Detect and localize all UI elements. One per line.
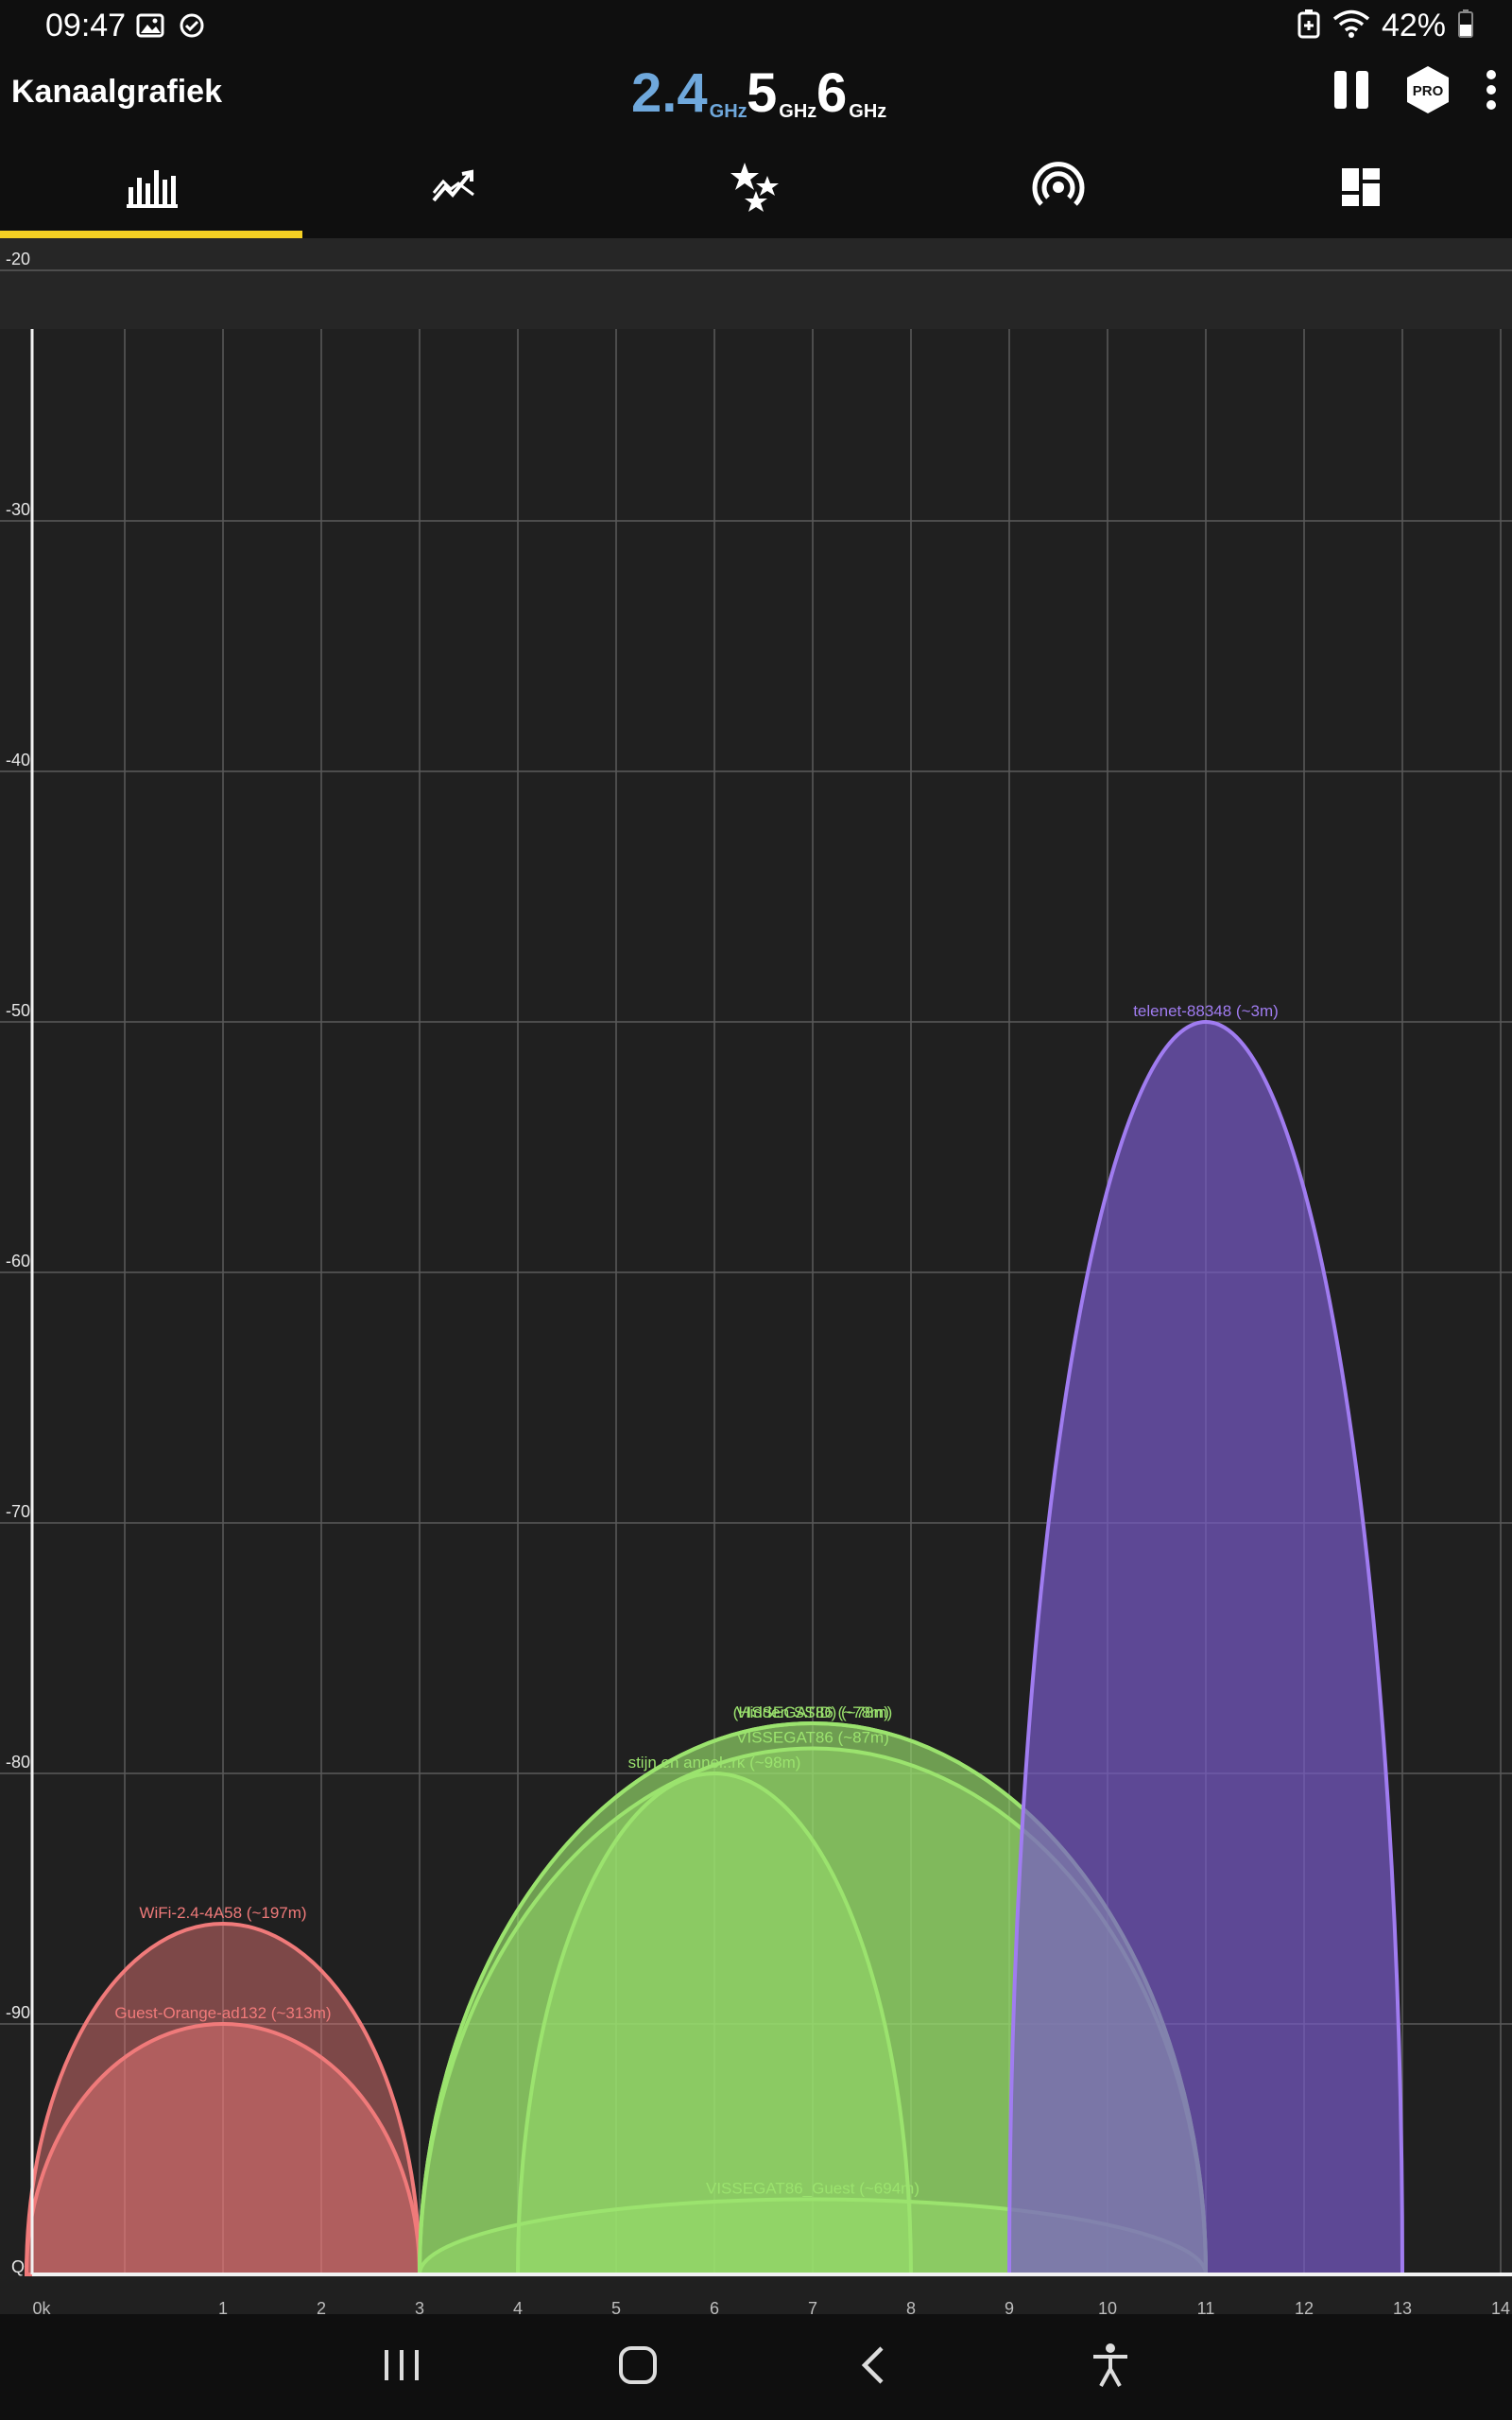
bar-chart-icon	[125, 164, 178, 215]
tab-channel-rating[interactable]	[605, 140, 907, 238]
wifi-icon	[1332, 9, 1370, 43]
status-left-icons	[136, 11, 206, 44]
network-label: telenet-88348 (~3m)	[1133, 1002, 1279, 1020]
x-tick-label: 7	[808, 2299, 817, 2314]
more-vert-icon[interactable]	[1484, 67, 1499, 117]
system-nav-bar	[0, 2314, 1512, 2420]
network-label: VISSEGAT86_Guest (~694m)	[706, 2180, 919, 2198]
network-signal-area	[1006, 1020, 1405, 2276]
y-tick-label: -80	[6, 1753, 30, 1772]
tab-time-graph[interactable]	[302, 140, 605, 238]
recent-apps-button[interactable]	[345, 2325, 458, 2410]
x-tick-label: 13	[1393, 2299, 1412, 2314]
x-tick-label: 3	[415, 2299, 424, 2314]
back-icon	[857, 2344, 891, 2391]
x-tick-label: 6	[710, 2299, 719, 2314]
y-tick-label: -30	[6, 500, 30, 519]
active-tab-indicator	[0, 231, 302, 238]
home-icon	[617, 2344, 659, 2391]
battery-icon	[1457, 9, 1474, 43]
app-root: 09:47 42% Kanaalgrafiek 2.4 GHz 5 GHz 6 …	[0, 0, 1512, 2420]
band-2-4-ghz-toggle[interactable]: 2.4 GHz	[631, 62, 747, 124]
band-6-unit: GHz	[849, 101, 887, 122]
band-6-ghz-toggle[interactable]: 6 GHz	[816, 62, 887, 124]
stars-icon	[730, 161, 782, 218]
status-bar: 09:47 42%	[0, 0, 1512, 53]
x-tick-label: 14	[1491, 2299, 1510, 2314]
network-label: WiFi-2.4-4A58 (~197m)	[139, 1904, 306, 1922]
channel-graph-chart[interactable]: WiFi-2.4-4A58 (~197m) Guest-Orange-ad132 …	[0, 238, 1512, 2314]
accessibility-icon	[1090, 2342, 1131, 2393]
pro-badge-label: PRO	[1413, 83, 1444, 99]
status-right: 42%	[1297, 8, 1474, 44]
status-time: 09:47	[45, 8, 127, 43]
home-button[interactable]	[581, 2325, 695, 2410]
y-tick-label: -90	[6, 2003, 30, 2022]
dashboard-icon	[1340, 166, 1382, 213]
band-6-value: 6	[816, 62, 848, 124]
tab-bar	[0, 140, 1512, 238]
tab-access-points[interactable]	[907, 140, 1210, 238]
y-tick-label: -50	[6, 1001, 30, 1020]
back-button[interactable]	[817, 2325, 931, 2410]
band-5-ghz-toggle[interactable]: 5 GHz	[747, 62, 817, 124]
pro-badge-icon[interactable]: PRO	[1404, 64, 1452, 120]
tab-channel-graph[interactable]	[0, 140, 302, 238]
chart-top-band	[0, 238, 1512, 329]
x-tick-label: 0k	[32, 2299, 51, 2314]
y-tick-label: -20	[6, 250, 30, 268]
x-tick-label: 10	[1098, 2299, 1117, 2314]
check-circle-icon	[178, 11, 206, 44]
x-tick-label: 5	[611, 2299, 621, 2314]
network-label: Guest-Orange-ad132 (~313m)	[114, 2004, 331, 2022]
network-label: stijn en annel..rk (~98m)	[628, 1754, 801, 1772]
line-chart-icon	[430, 166, 477, 213]
band-5-unit: GHz	[779, 101, 817, 122]
battery-saver-icon	[1297, 9, 1321, 43]
pause-icon[interactable]	[1331, 69, 1372, 115]
y-tick-label: -60	[6, 1252, 30, 1270]
tab-dashboard[interactable]	[1210, 140, 1512, 238]
x-tick-label: 8	[906, 2299, 916, 2314]
y-tick-label: -40	[6, 751, 30, 769]
wifi-signal-icon	[1032, 161, 1085, 218]
app-bar-actions: PRO	[1331, 64, 1499, 120]
x-tick-label: 9	[1005, 2299, 1014, 2314]
network-label: VISSEGAT86 (~87m)	[736, 1729, 889, 1747]
floor-label: Q	[11, 2257, 25, 2276]
band-2-4-value: 2.4	[631, 62, 708, 124]
band-5-value: 5	[747, 62, 778, 124]
band-2-4-unit: GHz	[709, 101, 747, 122]
x-tick-label: 4	[513, 2299, 523, 2314]
y-tick-label: -70	[6, 1502, 30, 1521]
chart-svg: WiFi-2.4-4A58 (~197m) Guest-Orange-ad132 …	[0, 238, 1512, 2314]
network-label: (Hidden SSID) (~78m)	[733, 1703, 893, 1721]
page-title: Kanaalgrafiek	[11, 74, 222, 110]
x-tick-label: 12	[1295, 2299, 1314, 2314]
image-icon	[136, 11, 164, 44]
x-tick-label: 11	[1197, 2299, 1215, 2314]
accessibility-button[interactable]	[1054, 2325, 1167, 2410]
x-tick-label: 1	[218, 2299, 228, 2314]
recent-apps-icon	[381, 2346, 422, 2389]
battery-percent: 42%	[1381, 8, 1446, 43]
x-tick-label: 2	[317, 2299, 326, 2314]
